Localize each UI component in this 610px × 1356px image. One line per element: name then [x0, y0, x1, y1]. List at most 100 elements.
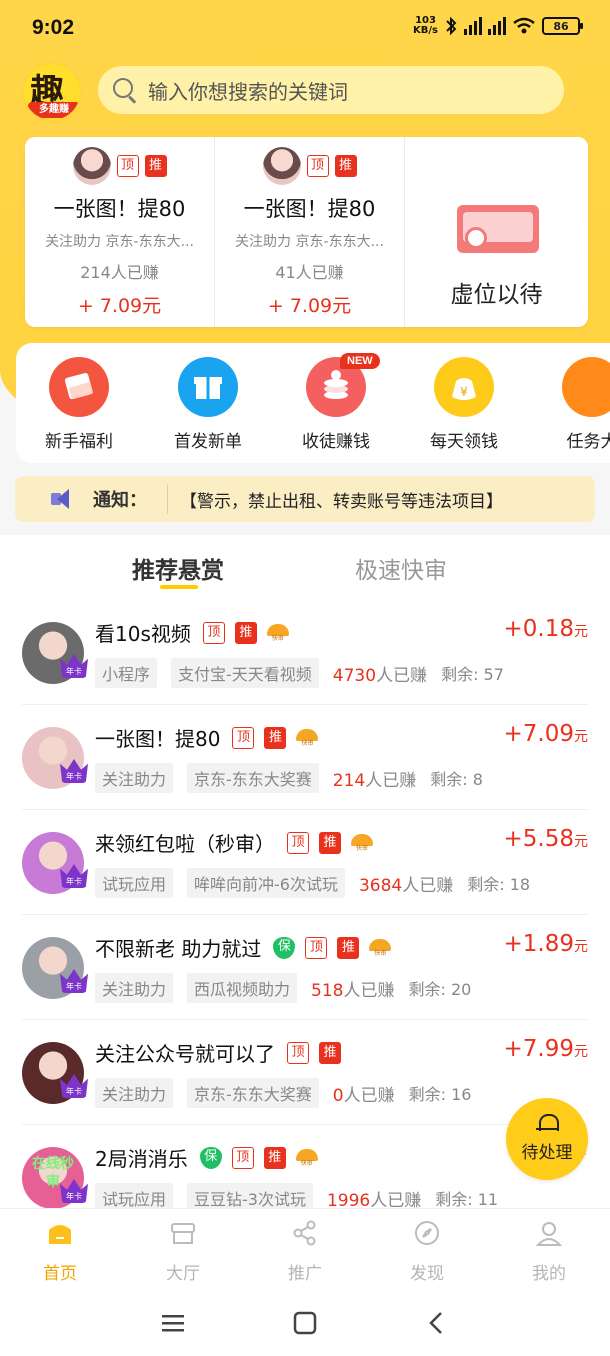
nav-home[interactable]: 首页 — [20, 1219, 100, 1284]
task-count-suffix: 人已赚 — [343, 1085, 395, 1106]
net-speed: 103 KB/s — [413, 16, 438, 36]
notice-bar[interactable]: 通知： 【警示，禁止出租、转卖账号等违法项目】 — [15, 476, 595, 522]
task-remaining: 剩余: 8 — [430, 770, 483, 789]
nav-label: 首页 — [43, 1264, 77, 1284]
task-count: 0人已赚 — [333, 1081, 395, 1106]
net-speed-unit: KB/s — [413, 25, 438, 36]
task-category: 试玩应用 — [95, 868, 174, 898]
tab-recommended[interactable]: 推荐悬赏 — [132, 551, 224, 585]
nav-label: 发现 — [410, 1264, 444, 1284]
task-price: +0.18元 — [504, 616, 588, 642]
task-title: 来领红包啦（秒审） — [95, 832, 275, 856]
nav-mine[interactable]: 我的 — [509, 1219, 589, 1284]
task-category: 关注助力 — [95, 763, 174, 793]
featured-subtitle: 关注助力 京东-东东大... — [45, 234, 194, 250]
recommend-tag: 推 — [334, 155, 357, 177]
home-square-icon[interactable] — [290, 1308, 320, 1338]
task-price-value: +0.18 — [503, 616, 574, 642]
task-title: 一张图！提80 — [95, 727, 221, 751]
fast-review-icon — [296, 728, 319, 747]
task-category: 小程序 — [95, 658, 158, 688]
fast-review-icon — [369, 938, 392, 957]
avatar — [72, 147, 111, 185]
battery-icon: 86 — [542, 17, 583, 35]
task-price-value: +1.89 — [503, 931, 574, 957]
shortcut-recruit[interactable]: NEW 收徒赚钱 — [286, 353, 386, 452]
gift-icon — [178, 357, 238, 417]
top-tag: 顶 — [305, 936, 328, 959]
task-row[interactable]: 年卡 来领红包啦（秒审） 顶推 试玩应用 哞哞向前冲-6次试玩 3684人已赚 剩… — [22, 810, 588, 915]
red-envelope-icon — [49, 357, 109, 417]
tab-indicator — [160, 585, 198, 589]
nav-label: 我的 — [532, 1264, 566, 1284]
task-count: 214人已赚 — [333, 766, 416, 791]
menu-icon[interactable] — [158, 1308, 188, 1338]
task-price-unit: 元 — [574, 729, 588, 745]
notice-text: 【警示，禁止出租、转卖账号等违法项目】 — [180, 491, 503, 512]
task-price-value: +7.09 — [503, 721, 574, 747]
task-source: 哞哞向前冲-6次试玩 — [187, 868, 345, 898]
signal-icon-1 — [464, 17, 482, 35]
tab-fast-review[interactable]: 极速快审 — [355, 551, 447, 585]
shortcut-daily-money[interactable]: ¥ 每天领钱 — [414, 357, 514, 452]
top-tag: 顶 — [287, 831, 309, 854]
task-count-suffix: 人已赚 — [402, 875, 454, 896]
task-row[interactable]: 年卡 关注公众号就可以了顶推 关注助力 京东-东东大奖赛 0人已赚 剩余: 16… — [22, 1020, 588, 1125]
featured-price: + 7.09元 — [267, 295, 352, 317]
nav-promote[interactable]: 推广 — [265, 1219, 345, 1284]
task-price: +7.99元 — [504, 1036, 588, 1062]
back-icon[interactable] — [422, 1308, 452, 1338]
task-price: +1.89元 — [504, 931, 588, 957]
shortcut-first-order[interactable]: 首发新单 — [158, 357, 258, 452]
task-count: 518人已赚 — [311, 976, 394, 1001]
featured-title: 一张图！提80 — [53, 197, 186, 221]
pending-label: 待处理 — [521, 1143, 573, 1163]
shortcut-tasks[interactable]: 任务大 — [542, 357, 610, 452]
avatar-text: 在线秒审 — [32, 1156, 74, 1190]
logo-sub: 多趣赚 — [28, 102, 80, 118]
placeholder-label: 虚位以待 — [450, 282, 543, 308]
vip-label: 年卡 — [66, 1087, 82, 1096]
new-badge: NEW — [340, 353, 380, 369]
task-row[interactable]: 年卡 不限新老 助力就过保顶推 关注助力 西瓜视频助力 518人已赚 剩余: 2… — [22, 915, 588, 1020]
divider — [167, 484, 168, 514]
task-source: 支付宝-天天看视频 — [171, 658, 319, 688]
fast-review-icon — [295, 1148, 318, 1167]
vip-label: 年卡 — [66, 1192, 82, 1201]
search-icon — [112, 77, 138, 103]
featured-placeholder-card[interactable]: 虚位以待 — [405, 137, 588, 327]
task-row[interactable]: 年卡 一张图！提80顶推 关注助力 京东-东东大奖赛 214人已赚 剩余: 8 … — [22, 705, 588, 810]
featured-tasks: 顶 推 一张图！提80 关注助力 京东-东东大... 214人已赚 + 7.09… — [25, 137, 588, 327]
task-count-value: 4730 — [332, 665, 377, 686]
task-price: +5.58元 — [504, 826, 588, 852]
task-price-unit: 元 — [574, 1044, 588, 1060]
featured-count: 214人已赚 — [80, 263, 159, 282]
featured-count: 41人已赚 — [275, 263, 344, 282]
task-row[interactable]: 年卡 看10s视频顶推 小程序 支付宝-天天看视频 4730人已赚 剩余: 57… — [22, 600, 588, 705]
svg-text:¥: ¥ — [460, 385, 468, 399]
task-count-suffix: 人已赚 — [376, 665, 428, 686]
task-remaining: 剩余: 18 — [467, 875, 531, 894]
notice-label: 通知： — [93, 490, 147, 511]
recommend-tag: 推 — [263, 1146, 286, 1169]
pending-button[interactable]: 待处理 — [506, 1098, 588, 1180]
nav-hall[interactable]: 大厅 — [143, 1219, 223, 1284]
app-logo[interactable]: 趣 多趣赚 — [22, 62, 82, 122]
shortcut-newbie[interactable]: 新手福利 — [29, 357, 129, 452]
shortcut-label: 新手福利 — [45, 432, 113, 452]
task-category: 关注助力 — [95, 973, 174, 1003]
task-count-value: 3684 — [358, 875, 403, 896]
task-price-unit: 元 — [574, 834, 588, 850]
task-count: 3684人已赚 — [359, 871, 453, 896]
fast-review-icon — [351, 833, 373, 852]
task-count: 4730人已赚 — [333, 661, 427, 686]
status-bar: 9:02 103 KB/s 86 — [0, 0, 610, 60]
guarantee-tag: 保 — [199, 1146, 222, 1169]
nav-discover[interactable]: 发现 — [387, 1219, 467, 1284]
search-bar[interactable]: 输入你想搜索的关键词 — [98, 66, 564, 114]
featured-card[interactable]: 顶 推 一张图！提80 关注助力 京东-东东大... 41人已赚 + 7.09元 — [215, 137, 405, 327]
task-remaining: 剩余: 11 — [435, 1190, 499, 1209]
featured-card[interactable]: 顶 推 一张图！提80 关注助力 京东-东东大... 214人已赚 + 7.09… — [25, 137, 215, 327]
task-count-value: 214 — [332, 770, 366, 791]
task-title: 关注公众号就可以了 — [95, 1042, 275, 1066]
